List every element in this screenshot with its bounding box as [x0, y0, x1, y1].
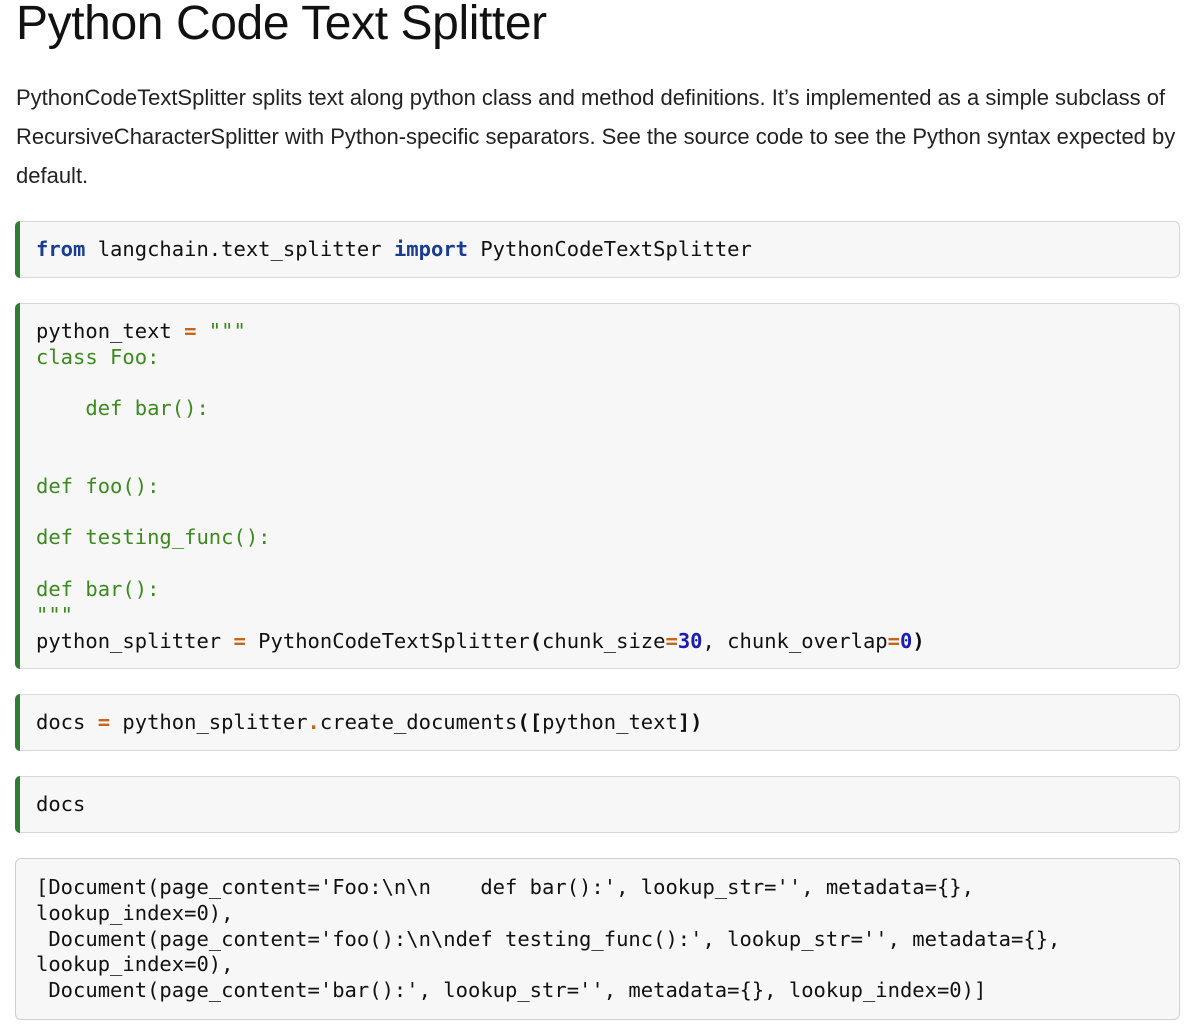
output-cell: [Document(page_content='Foo:\n\n def bar…: [15, 858, 1180, 1020]
arg-chunk-overlap: , chunk_overlap: [702, 628, 888, 653]
number-30: 30: [677, 628, 703, 653]
arg-chunk-size: chunk_size: [542, 628, 666, 653]
keyword-import: import: [393, 237, 468, 261]
open-paren: (: [529, 628, 543, 653]
string-literal: """ class Foo: def bar(): def foo(): def…: [36, 319, 271, 627]
code-import: from langchain.text_splitter import Pyth…: [36, 237, 752, 263]
operator-assign: =: [97, 710, 111, 734]
code-create-documents: docs = python_splitter.create_documents(…: [36, 710, 703, 736]
code-cell-definition[interactable]: python_text = """ class Foo: def bar(): …: [15, 303, 1180, 669]
dot-operator: .: [307, 710, 320, 734]
operator-assign: =: [665, 628, 678, 653]
output-text: [Document(page_content='Foo:\n\n def bar…: [36, 875, 1061, 1003]
close-paren: ): [912, 628, 925, 653]
splitter-object: python_splitter: [110, 710, 308, 734]
argument: python_text: [542, 710, 678, 734]
constructor-call: PythonCodeTextSplitter: [245, 628, 530, 653]
variable-python-splitter: python_splitter: [36, 628, 222, 653]
intro-paragraph: PythonCodeTextSplitter splits text along…: [16, 85, 1176, 188]
code-docs: docs: [36, 792, 86, 816]
close-bracket: ]): [677, 710, 703, 734]
open-bracket: ([: [517, 710, 543, 734]
keyword-from: from: [36, 237, 86, 261]
module-name: langchain.text_splitter: [85, 237, 394, 261]
code-cell-docs[interactable]: docs: [15, 776, 1180, 833]
operator-assign: =: [887, 628, 900, 653]
number-0: 0: [899, 628, 913, 653]
variable-docs: docs: [36, 710, 98, 734]
code-cell-create-documents[interactable]: docs = python_splitter.create_documents(…: [15, 694, 1180, 751]
code-definition: python_text = """ class Foo: def bar(): …: [36, 319, 925, 654]
code-cell-import[interactable]: from langchain.text_splitter import Pyth…: [15, 221, 1180, 278]
method-name: create_documents: [319, 710, 518, 734]
operator-assign: =: [184, 319, 197, 343]
imported-class: PythonCodeTextSplitter: [468, 237, 752, 261]
variable-python-text: python_text: [36, 319, 185, 343]
operator-assign: =: [233, 628, 246, 653]
page-title: Python Code Text Splitter: [16, 0, 547, 50]
